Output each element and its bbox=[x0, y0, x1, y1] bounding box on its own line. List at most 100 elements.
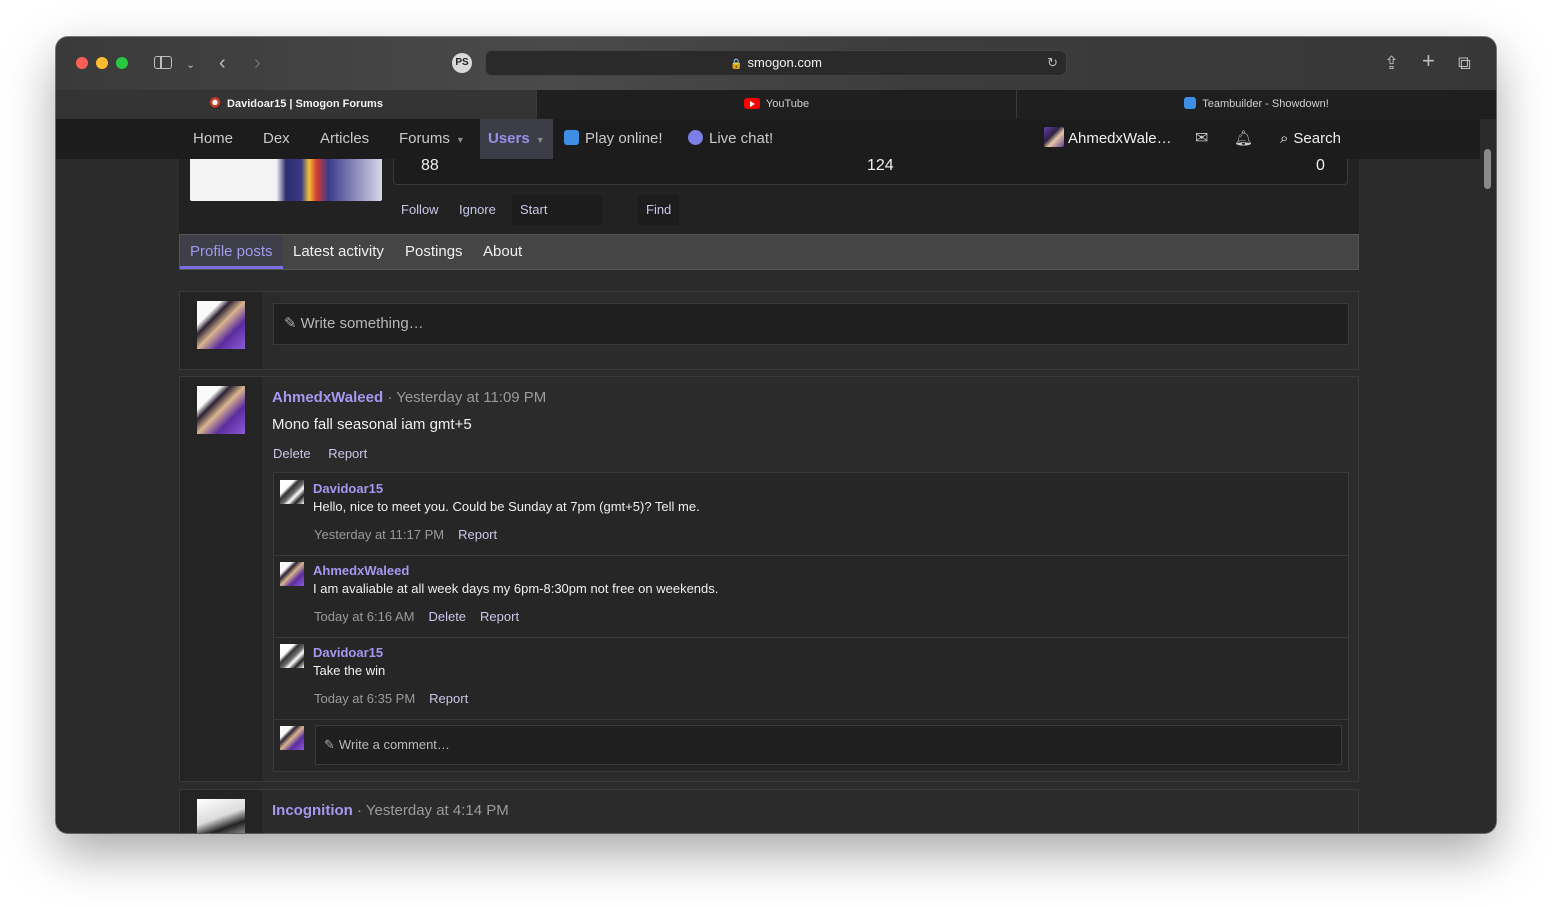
browser-window: ⌄ ‹ › PS 🔒 smogon.com ↻ ⇪ + ⧉ Davidoar15 … bbox=[56, 37, 1496, 833]
caret-down-icon[interactable]: ▼ bbox=[536, 135, 545, 145]
delete-link[interactable]: Delete bbox=[273, 446, 311, 461]
avatar[interactable] bbox=[197, 799, 245, 833]
comment-author[interactable]: Davidoar15 bbox=[313, 481, 383, 496]
avatar-gutter bbox=[180, 292, 262, 369]
follow-button[interactable]: Follow bbox=[401, 195, 439, 225]
share-icon[interactable]: ⇪ bbox=[1384, 51, 1399, 75]
comment-time[interactable]: Yesterday at 11:17 PM bbox=[314, 527, 444, 542]
zoom-window-button[interactable] bbox=[116, 57, 128, 69]
post-time[interactable]: · Yesterday at 4:14 PM bbox=[357, 802, 509, 819]
profile-content: 88 124 0 Follow Ignore Start conversatio… bbox=[179, 119, 1359, 833]
tab-profile-posts[interactable]: Profile posts bbox=[180, 235, 283, 269]
caret-down-icon[interactable]: ▼ bbox=[456, 135, 465, 145]
nav-live-chat-label: Live chat! bbox=[709, 130, 774, 147]
start-conversation-button[interactable]: Start conversation bbox=[512, 195, 602, 247]
nav-users-label: Users bbox=[488, 130, 530, 147]
comment-meta: Today at 6:16 AM Delete Report bbox=[314, 609, 519, 624]
showdown-icon bbox=[564, 130, 579, 145]
comment-time[interactable]: Today at 6:16 AM bbox=[314, 609, 414, 624]
report-link[interactable]: Report bbox=[480, 609, 519, 624]
comment-author[interactable]: Davidoar15 bbox=[313, 645, 383, 660]
nav-forums-label: Forums bbox=[399, 130, 450, 147]
tab-title: Teambuilder - Showdown! bbox=[1202, 98, 1329, 110]
forward-arrow-icon[interactable]: › bbox=[254, 51, 261, 75]
reload-icon[interactable]: ↻ bbox=[1047, 51, 1058, 75]
avatar[interactable] bbox=[197, 386, 245, 434]
find-menu[interactable]: Find ▼ bbox=[638, 195, 680, 246]
showdown-icon bbox=[1184, 97, 1197, 109]
comment-time[interactable]: Today at 6:35 PM bbox=[314, 691, 415, 706]
delete-link[interactable]: Delete bbox=[428, 609, 466, 624]
post-time[interactable]: · Yesterday at 11:09 PM bbox=[387, 389, 546, 406]
tab-latest-activity[interactable]: Latest activity bbox=[293, 235, 384, 269]
nav-users[interactable]: Users ▼ bbox=[480, 119, 553, 159]
tab-overview-icon[interactable]: ⧉ bbox=[1458, 51, 1471, 75]
account-menu[interactable]: AhmedxWale… bbox=[1044, 119, 1172, 159]
post-author[interactable]: AhmedxWaleed bbox=[272, 389, 383, 406]
profile-tabs: Profile posts Latest activity Postings A… bbox=[179, 234, 1359, 270]
post-author[interactable]: Incognition bbox=[272, 802, 353, 819]
tab-teambuilder[interactable]: Teambuilder - Showdown! bbox=[1016, 90, 1496, 119]
report-link[interactable]: Report bbox=[328, 446, 367, 461]
tab-title: Davidoar15 | Smogon Forums bbox=[227, 98, 383, 110]
tab-postings[interactable]: Postings bbox=[405, 235, 463, 269]
minimize-window-button[interactable] bbox=[96, 57, 108, 69]
scrollbar-thumb[interactable] bbox=[1484, 149, 1491, 189]
comment: Davidoar15 Hello, nice to meet you. Coul… bbox=[274, 473, 1348, 556]
avatar[interactable] bbox=[280, 480, 304, 504]
profile-post: Incognition · Yesterday at 4:14 PM bbox=[179, 789, 1359, 833]
search-icon: ⌕ bbox=[1280, 130, 1289, 147]
stat-value: 88 bbox=[421, 157, 439, 174]
write-comment-input[interactable]: ✎ Write a comment… bbox=[315, 725, 1342, 765]
search-label: Search bbox=[1293, 130, 1341, 147]
back-arrow-icon[interactable]: ‹ bbox=[219, 51, 226, 75]
tab-bar: Davidoar15 | Smogon Forums YouTube Teamb… bbox=[56, 90, 1496, 120]
tab-about[interactable]: About bbox=[483, 235, 522, 269]
find-label: Find bbox=[646, 202, 672, 217]
avatar[interactable] bbox=[280, 644, 304, 668]
avatar[interactable] bbox=[280, 562, 304, 586]
pencil-icon: ✎ bbox=[324, 737, 335, 752]
tab-smogon[interactable]: Davidoar15 | Smogon Forums bbox=[56, 90, 536, 119]
comment: AhmedxWaleed I am avaliable at all week … bbox=[274, 555, 1348, 638]
browser-toolbar: ⌄ ‹ › PS 🔒 smogon.com ↻ ⇪ + ⧉ bbox=[56, 37, 1496, 90]
comment-meta: Today at 6:35 PM Report bbox=[314, 691, 468, 706]
report-link[interactable]: Report bbox=[458, 527, 497, 542]
close-window-button[interactable] bbox=[76, 57, 88, 69]
nav-play-online-label: Play online! bbox=[585, 130, 663, 147]
nav-forums[interactable]: Forums ▼ bbox=[399, 119, 465, 159]
comment-author[interactable]: AhmedxWaleed bbox=[313, 563, 409, 578]
post-actions: Delete Report bbox=[273, 446, 381, 461]
comment-text: I am avaliable at all week days my 6pm-8… bbox=[313, 581, 719, 596]
discord-icon bbox=[688, 130, 703, 145]
address-bar[interactable]: 🔒 smogon.com ↻ bbox=[485, 50, 1067, 76]
smogon-icon bbox=[209, 97, 222, 109]
nav-dex[interactable]: Dex bbox=[263, 119, 290, 159]
comment: Davidoar15 Take the win Today at 6:35 PM… bbox=[274, 637, 1348, 720]
avatar[interactable] bbox=[197, 301, 245, 349]
account-name: AhmedxWale… bbox=[1068, 130, 1172, 147]
report-link[interactable]: Report bbox=[429, 691, 468, 706]
search-button[interactable]: ⌕ Search bbox=[1280, 119, 1341, 159]
nav-articles[interactable]: Articles bbox=[320, 119, 369, 159]
write-something-input[interactable]: ✎ Write something… bbox=[273, 303, 1349, 345]
lock-icon: 🔒 bbox=[730, 59, 743, 70]
ignore-button[interactable]: Ignore bbox=[459, 195, 496, 225]
sidebar-toggle-icon[interactable] bbox=[154, 56, 172, 69]
pencil-icon: ✎ bbox=[284, 315, 297, 332]
scrollbar[interactable] bbox=[1480, 119, 1496, 833]
bell-icon[interactable]: 🔔︎ bbox=[1234, 119, 1253, 159]
comment-text: Hello, nice to meet you. Could be Sunday… bbox=[313, 499, 700, 514]
extension-badge[interactable]: PS bbox=[452, 53, 472, 73]
stat-value: 0 bbox=[1316, 157, 1325, 174]
post-header: Incognition · Yesterday at 4:14 PM bbox=[272, 802, 509, 819]
tab-youtube[interactable]: YouTube bbox=[536, 90, 1016, 119]
new-tab-icon[interactable]: + bbox=[1422, 49, 1435, 73]
nav-play-online[interactable]: Play online! bbox=[564, 119, 663, 159]
nav-home[interactable]: Home bbox=[193, 119, 233, 159]
inbox-icon[interactable]: ✉ bbox=[1195, 119, 1208, 159]
chevron-down-icon[interactable]: ⌄ bbox=[186, 53, 195, 77]
nav-live-chat[interactable]: Live chat! bbox=[688, 119, 773, 159]
avatar[interactable] bbox=[280, 726, 304, 750]
tab-title: YouTube bbox=[765, 98, 810, 110]
